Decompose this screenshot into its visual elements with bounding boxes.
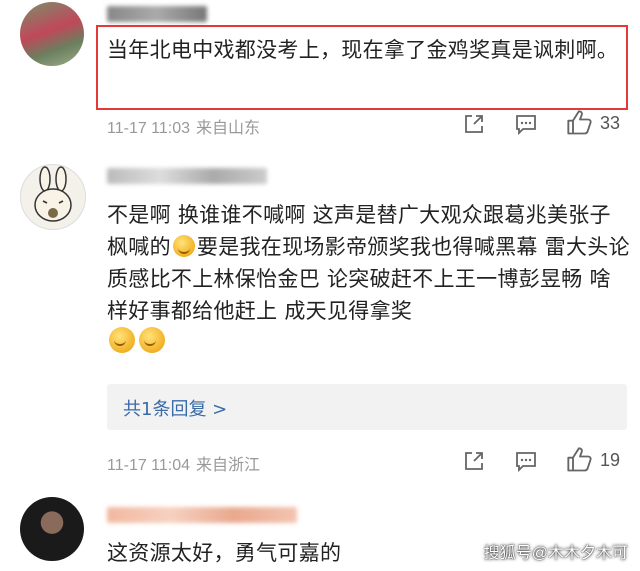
replies-bar[interactable]: 共1条回复 > bbox=[107, 384, 627, 430]
like-button[interactable]: 33 bbox=[566, 109, 620, 137]
emoji-icon bbox=[109, 327, 135, 353]
bunny-icon bbox=[34, 166, 72, 222]
watermark: 搜狐号@木木夕木可 bbox=[483, 545, 628, 562]
comment-button[interactable] bbox=[514, 449, 538, 473]
emoji-icon bbox=[139, 327, 165, 353]
username[interactable] bbox=[107, 168, 267, 184]
location: 来自浙江 bbox=[196, 457, 261, 474]
thumbs-up-icon bbox=[567, 110, 592, 135]
like-count: 33 bbox=[600, 112, 621, 133]
share-button[interactable] bbox=[462, 112, 486, 136]
share-icon bbox=[465, 115, 483, 133]
avatar[interactable] bbox=[20, 497, 84, 561]
comment-text: 不是啊 换谁谁不喊啊 这声是替广大观众跟葛兆美张子枫喊的 要是我在现场影帝颁奖我也… bbox=[107, 199, 632, 359]
comment-2: 不是啊 换谁谁不喊啊 这声是替广大观众跟葛兆美张子枫喊的 要是我在现场影帝颁奖我也… bbox=[0, 150, 640, 485]
comment-meta: 11-17 11:04 来自浙江 bbox=[107, 451, 260, 475]
comment-icon bbox=[516, 452, 536, 473]
timestamp: 11-17 11:03 bbox=[107, 120, 191, 137]
share-icon bbox=[465, 452, 483, 470]
comment-button[interactable] bbox=[514, 112, 538, 136]
comment-icon bbox=[516, 115, 536, 136]
avatar[interactable] bbox=[20, 2, 84, 66]
comment-text: 当年北电中戏都没考上，现在拿了金鸡奖真是讽刺啊。 bbox=[107, 38, 619, 62]
username[interactable] bbox=[107, 507, 297, 523]
thumbs-up-icon bbox=[567, 447, 592, 472]
like-count: 19 bbox=[600, 449, 621, 470]
emoji-icon bbox=[172, 235, 195, 257]
comment-1: 当年北电中戏都没考上，现在拿了金鸡奖真是讽刺啊。 11-17 11:03 来自山东… bbox=[0, 0, 640, 150]
username[interactable] bbox=[107, 6, 207, 22]
like-button[interactable]: 19 bbox=[566, 446, 620, 474]
share-button[interactable] bbox=[462, 449, 486, 473]
replies-link[interactable]: 共1条回复 > bbox=[123, 395, 227, 421]
location: 来自山东 bbox=[196, 120, 261, 137]
avatar[interactable] bbox=[20, 164, 86, 230]
comment-meta: 11-17 11:03 来自山东 bbox=[107, 114, 260, 138]
timestamp: 11-17 11:04 bbox=[107, 457, 191, 474]
